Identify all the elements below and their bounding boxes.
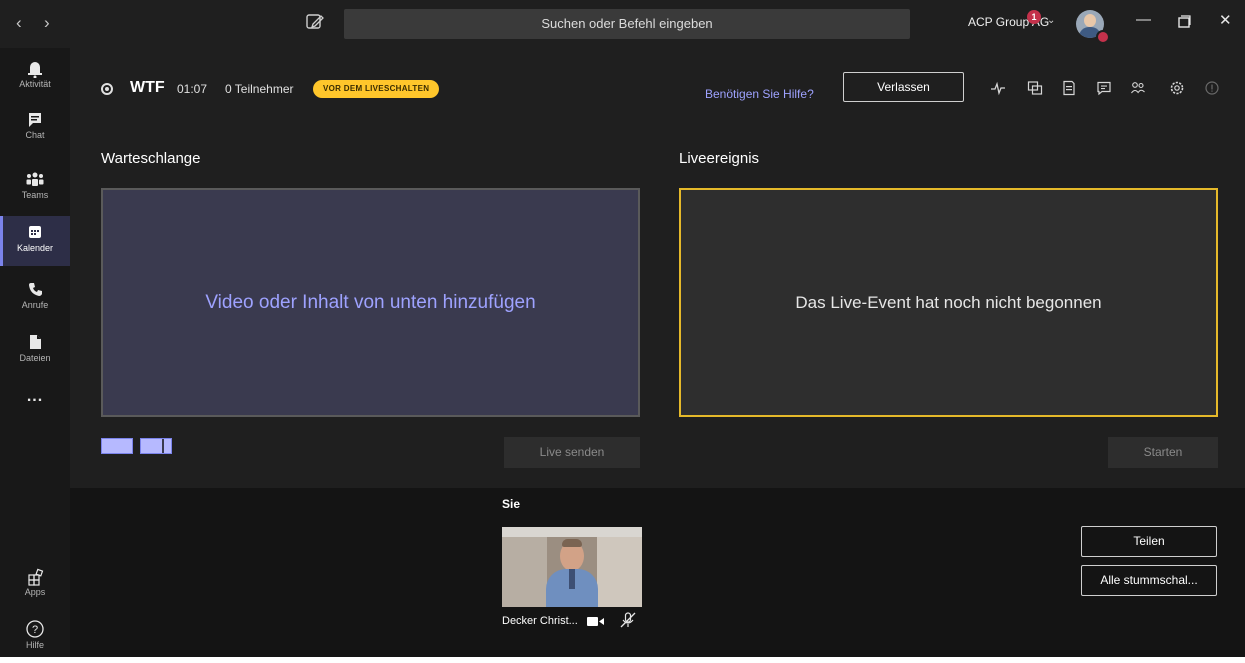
rail-label: Chat [25, 130, 45, 140]
close-icon[interactable]: ✕ [1219, 11, 1232, 29]
rail-label: Dateien [19, 353, 51, 363]
queue-placeholder: Video oder Inhalt von unten hinzufügen [205, 291, 536, 313]
bell-icon [28, 62, 42, 78]
compose-icon[interactable] [305, 12, 325, 32]
help-link[interactable]: Benötigen Sie Hilfe? [705, 87, 814, 101]
rail-item-apps[interactable]: Apps [0, 560, 70, 610]
chevron-right-icon[interactable]: › [44, 13, 50, 33]
you-label: Sie [502, 497, 521, 511]
maximize-icon[interactable] [1177, 15, 1191, 29]
status-badge: VOR DEM LIVESCHALTEN [313, 80, 440, 98]
notes-icon[interactable] [1061, 80, 1077, 96]
rail-label: Apps [24, 587, 46, 597]
mic-off-icon[interactable] [619, 611, 637, 629]
rail-label: Teams [21, 190, 49, 200]
live-placeholder: Das Live-Event hat noch nicht begonnen [795, 292, 1102, 312]
share-button[interactable]: Teilen [1081, 526, 1217, 557]
chevron-down-icon[interactable]: ⌄ [1047, 15, 1055, 26]
minimize-icon[interactable]: — [1136, 11, 1151, 28]
participant-count: 0 Teilnehmer [225, 82, 294, 96]
teams-icon [26, 172, 44, 186]
rail-item-help[interactable]: ? Hilfe [0, 613, 70, 663]
live-preview: Das Live-Event hat noch nicht begonnen [679, 188, 1218, 417]
notification-badge: 1 [1027, 10, 1041, 24]
queue-title: Warteschlange [101, 150, 201, 167]
presence-status-icon [1096, 30, 1110, 44]
health-icon[interactable] [990, 80, 1006, 96]
rail-item-chat[interactable]: Chat [0, 103, 70, 153]
live-event-title: Liveereignis [679, 150, 760, 167]
settings-icon[interactable] [1169, 80, 1185, 96]
participants-bar [70, 488, 1245, 657]
chat-icon[interactable] [1096, 80, 1112, 96]
rail-label: Anrufe [21, 300, 49, 310]
rail-item-teams[interactable]: Teams [0, 163, 70, 213]
phone-icon [29, 283, 42, 296]
layout-side-by-side-button[interactable] [140, 438, 172, 454]
leave-button[interactable]: Verlassen [843, 72, 964, 102]
app-rail: Aktivität Chat Teams Kalender Anrufe Dat… [0, 48, 70, 657]
rail-item-activity[interactable]: Aktivität [0, 52, 70, 102]
event-timer: 01:07 [177, 82, 208, 96]
layout-single-button[interactable] [101, 438, 133, 454]
event-title: WTF [130, 79, 165, 96]
rail-item-files[interactable]: Dateien [0, 326, 70, 376]
more-apps-button[interactable]: ... [0, 388, 70, 406]
search-input[interactable]: Suchen oder Befehl eingeben [344, 9, 910, 39]
title-bar: ‹ › Suchen oder Befehl eingeben ACP Grou… [0, 0, 1245, 48]
calendar-icon [29, 226, 41, 238]
info-icon[interactable] [1204, 80, 1220, 96]
rail-label: Aktivität [19, 79, 51, 89]
queue-preview[interactable]: Video oder Inhalt von unten hinzufügen [101, 188, 640, 417]
chevron-left-icon[interactable]: ‹ [16, 13, 22, 33]
chat-icon [29, 113, 41, 127]
rail-item-calendar[interactable]: Kalender [0, 216, 70, 266]
qa-icon[interactable] [1027, 80, 1043, 96]
rail-label: Hilfe [25, 640, 44, 650]
rail-label: Kalender [16, 243, 54, 253]
svg-text:?: ? [32, 624, 38, 636]
help-icon: ? [26, 620, 44, 638]
participant-video[interactable] [502, 527, 642, 607]
mute-all-button[interactable]: Alle stummschal... [1081, 565, 1217, 596]
start-button[interactable]: Starten [1108, 437, 1218, 468]
apps-icon [28, 568, 44, 586]
event-radio-icon [101, 83, 113, 95]
file-icon [30, 335, 41, 349]
rail-item-calls[interactable]: Anrufe [0, 273, 70, 323]
participants-icon[interactable] [1130, 80, 1146, 96]
participant-name: Decker Christ... [502, 615, 578, 627]
camera-icon[interactable] [587, 616, 605, 627]
send-live-button[interactable]: Live senden [504, 437, 640, 468]
teams-window: ‹ › Suchen oder Befehl eingeben ACP Grou… [0, 0, 1245, 657]
